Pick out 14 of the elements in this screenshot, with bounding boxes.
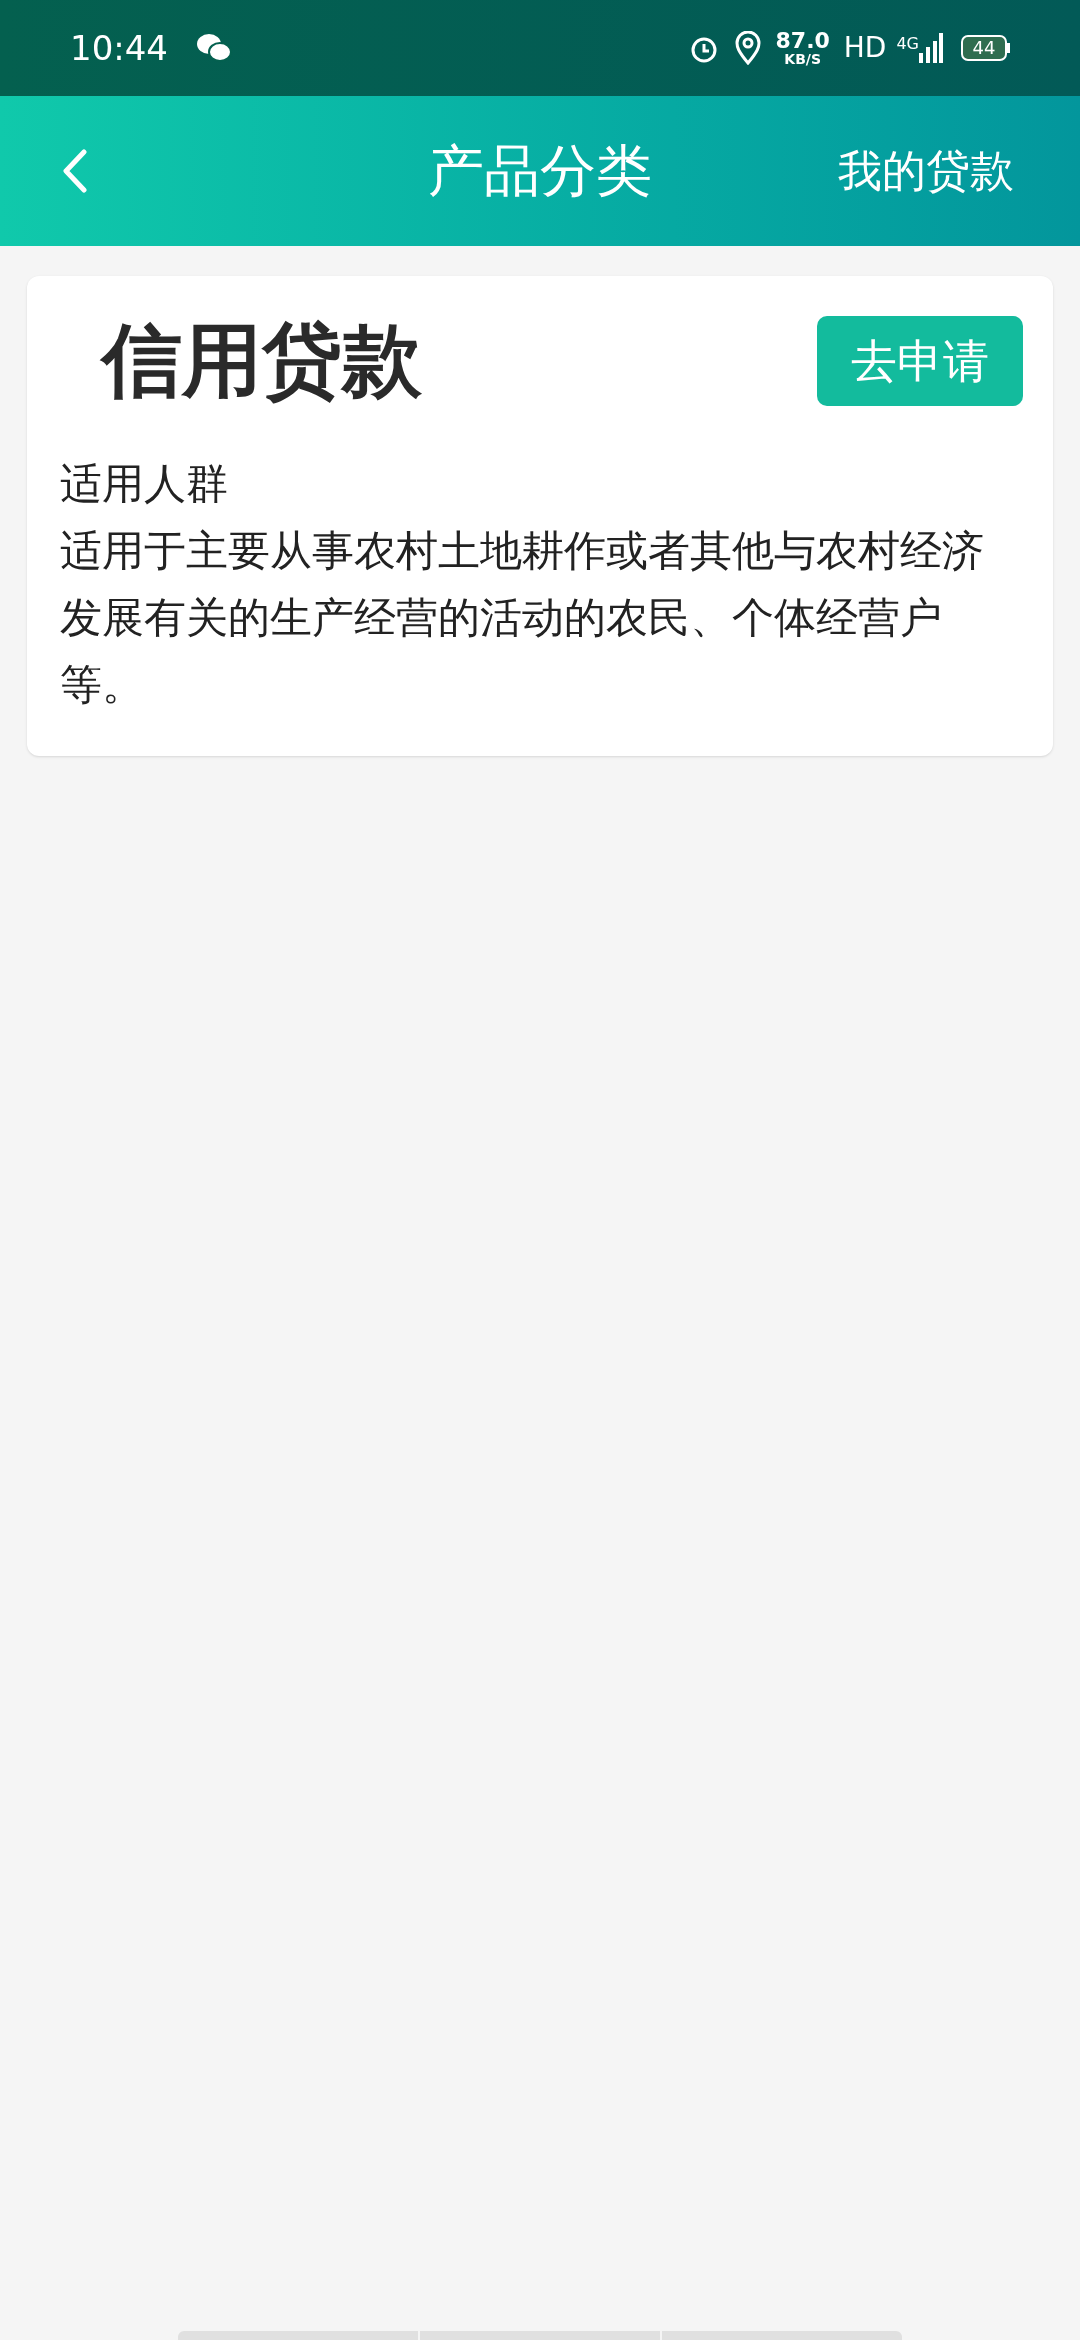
page-title: 产品分类	[428, 137, 652, 205]
apply-button[interactable]: 去申请	[817, 316, 1023, 406]
my-loans-link[interactable]: 我的贷款	[838, 138, 1014, 204]
status-time: 10:44	[70, 26, 168, 70]
location-icon	[733, 31, 762, 65]
battery-icon: 44	[961, 35, 1010, 61]
hd-label: HD	[843, 30, 887, 66]
section-label: 适用人群	[60, 458, 229, 510]
back-icon[interactable]	[62, 149, 88, 193]
network-speed: 87.0	[775, 30, 830, 52]
description-text: 适用于主要从事农村土地耕作或者其他与农村经济发展有关的生产经营的活动的农民、个体经营户等。	[60, 525, 985, 711]
network-type: 4G	[896, 33, 919, 55]
signal-icon	[919, 33, 943, 63]
speed-unit: KB/S	[784, 52, 821, 66]
